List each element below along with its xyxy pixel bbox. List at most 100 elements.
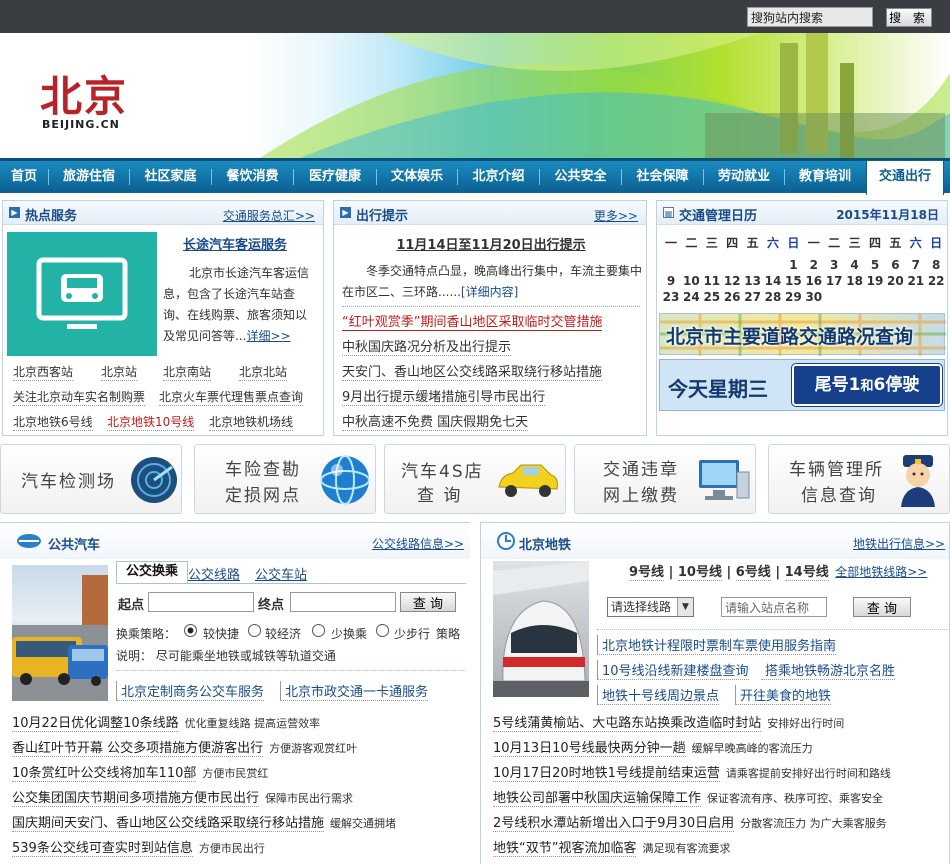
bus-query-button[interactable]: 查 询 [400, 592, 456, 612]
calendar-day[interactable]: 17 [824, 274, 844, 288]
bus-news-item[interactable]: 10月22日优化调整10条线路 优化重复线路 提高运营效率 [12, 712, 320, 732]
end-input[interactable] [290, 592, 396, 612]
calendar-day[interactable]: 2 [804, 258, 824, 272]
calendar-day[interactable]: 15 [783, 274, 803, 288]
bus-news-item[interactable]: 香山红叶节开幕 公交多项措施方便游客出行 方便游客观赏红叶 [12, 737, 357, 757]
bus-news-item[interactable]: 国庆期间天安门、香山地区公交线路采取绕行移站措施 缓解交通拥堵 [12, 812, 396, 832]
link-beijing-north-station[interactable]: 北京北站 [239, 363, 288, 381]
tab-bus-lines[interactable]: 公交线路 [188, 564, 240, 583]
bus-news-item[interactable]: 10条赏红叶公交线将加车110部 方便市民赏红 [12, 762, 268, 782]
news-title[interactable]: 国庆期间天安门、香山地区公交线路采取绕行移站措施 [12, 816, 325, 832]
more-link[interactable]: 更多>> [594, 207, 638, 224]
nav-home[interactable]: 首页 [0, 161, 48, 193]
calendar-day[interactable]: 21 [906, 274, 926, 288]
radio-fewer-transfers[interactable] [312, 624, 325, 637]
subway-news-item[interactable]: 5号线蒲黄榆站、大屯路东站换乘改造临时封站 安排好出行时间 [493, 712, 844, 732]
calendar-day[interactable]: 3 [824, 258, 844, 272]
calendar-day[interactable]: 9 [661, 274, 681, 288]
nav-health[interactable]: 医疗健康 [294, 161, 376, 193]
more-link[interactable]: 公交线路信息>> [372, 535, 464, 552]
nav-community[interactable]: 社区家庭 [130, 161, 211, 193]
calendar-day[interactable]: 26 [722, 290, 742, 304]
service-4s-store[interactable]: 汽车4S店 查 询 [384, 444, 566, 514]
calendar-day[interactable]: 5 [865, 258, 885, 272]
line-select[interactable]: 请选择线路 ▼ [607, 597, 694, 617]
calendar-day[interactable]: 11 [702, 274, 722, 288]
subway-query-button[interactable]: 查 询 [853, 597, 911, 617]
calendar-day[interactable]: 1 [783, 258, 803, 272]
line-9-link[interactable]: 9号线 [629, 565, 665, 581]
calendar-day[interactable]: 29 [783, 290, 803, 304]
subway-news-item[interactable]: 10月13日10号线最快两分钟一趟 缓解早晚高峰的客流压力 [493, 737, 813, 757]
bus-service-thumbnail[interactable] [7, 232, 157, 356]
tab-bus-stops[interactable]: 公交车站 [255, 564, 307, 583]
station-input[interactable] [721, 597, 827, 617]
nav-travel[interactable]: 旅游住宿 [49, 161, 129, 193]
news-title[interactable]: 地铁公司部署中秋国庆运输保障工作 [493, 791, 702, 807]
trip-item[interactable]: 9月出行提示缓堵措施引导市民出行 [342, 386, 546, 406]
tab-transfer[interactable]: 公交换乘 [116, 561, 188, 583]
calendar-day[interactable]: 20 [885, 274, 905, 288]
trip-item[interactable]: 天安门、香山地区公交线路采取绕行移站措施 [342, 361, 603, 381]
trip-item[interactable]: 中秋高速不免费 国庆假期免七天 [342, 411, 529, 431]
nav-transport[interactable]: 交通出行 [866, 160, 944, 195]
bus-news-item[interactable]: 539条公交线可查实时到站信息 方便市民出行 [12, 837, 265, 857]
calendar-day[interactable]: 13 [743, 274, 763, 288]
calendar-day[interactable]: 10 [681, 274, 701, 288]
custom-bus-link[interactable]: 北京定制商务公交车服务 [116, 681, 265, 701]
nav-education[interactable]: 教育培训 [785, 161, 865, 193]
calendar-day[interactable]: 30 [804, 290, 824, 304]
calendar-day[interactable]: 8 [926, 258, 946, 272]
service-violation-payment[interactable]: 交通违章 网上缴费 [574, 444, 756, 514]
news-title[interactable]: 2号线积水潭站新增出入口于9月30日启用 [493, 816, 735, 832]
radio-economic[interactable] [248, 624, 261, 637]
link-beijing-south-station[interactable]: 北京南站 [163, 363, 212, 381]
calendar-day[interactable]: 14 [763, 274, 783, 288]
subway-link[interactable]: 10号线沿线新建楼盘查询 [597, 660, 749, 680]
subway-news-item[interactable]: 2号线积水潭站新增出入口于9月30日启用 分散客流压力 为广大乘客服务 [493, 812, 887, 832]
search-button[interactable]: 搜 索 [886, 8, 932, 27]
service-vehicle-management[interactable]: 车辆管理所 信息查询 [768, 444, 950, 514]
link-beijing-station[interactable]: 北京站 [101, 363, 138, 381]
more-link[interactable]: 地铁出行信息>> [853, 535, 945, 552]
radio-fast[interactable] [184, 624, 197, 637]
subway-news-item[interactable]: 地铁“双节”视客流加临客 满足现有客流要求 [493, 837, 730, 857]
subway-link[interactable]: 地铁十号线周边景点 [597, 685, 720, 705]
subway-news-item[interactable]: 10月17日20时地铁1号线提前结束运营 请乘客提前安排好出行时间和路线 [493, 762, 891, 782]
subway-link[interactable]: 开往美食的地铁 [735, 685, 832, 705]
line-14-link[interactable]: 14号线 [784, 565, 829, 581]
start-input[interactable] [148, 592, 254, 612]
chevron-down-icon[interactable]: ▼ [677, 598, 693, 616]
news-title[interactable]: 公交集团国庆节期间多项措施方便市民出行 [12, 791, 260, 807]
news-title[interactable]: 地铁“双节”视客流加临客 [493, 841, 637, 857]
nav-dining[interactable]: 餐饮消费 [212, 161, 293, 193]
calendar-day[interactable]: 23 [661, 290, 681, 304]
calendar-day[interactable]: 22 [926, 274, 946, 288]
calendar-day[interactable]: 19 [865, 274, 885, 288]
link-subway-line6[interactable]: 北京地铁6号线 [13, 413, 93, 431]
line-6-link[interactable]: 6号线 [735, 565, 771, 581]
bus-news-item[interactable]: 公交集团国庆节期间多项措施方便市民出行 保障市民出行需求 [12, 787, 353, 807]
transit-card-link[interactable]: 北京市政交通一卡通服务 [280, 681, 429, 701]
subway-link[interactable]: 搭乘地铁畅游北京名胜 [761, 660, 896, 680]
calendar-day[interactable]: 7 [906, 258, 926, 272]
calendar-day[interactable]: 27 [743, 290, 763, 304]
nav-culture[interactable]: 文体娱乐 [377, 161, 457, 193]
nav-public-safety[interactable]: 公共安全 [540, 161, 621, 193]
all-lines-link[interactable]: 全部地铁线路>> [835, 565, 927, 579]
news-title[interactable]: 香山红叶节开幕 公交多项措施方便游客出行 [12, 741, 264, 757]
link-ticket-agencies[interactable]: 北京火车票代理售票点查询 [159, 388, 304, 406]
trip-detail-link[interactable]: [详细内容] [461, 285, 518, 299]
trip-headline[interactable]: 11月14日至11月20日出行提示 [334, 234, 648, 253]
calendar-day[interactable]: 12 [722, 274, 742, 288]
service-vehicle-inspection[interactable]: 汽车检测场 [0, 444, 182, 514]
calendar-day[interactable]: 6 [885, 258, 905, 272]
feature-title-link[interactable]: 长途汽车客运服务 [183, 234, 287, 253]
calendar-day[interactable]: 4 [845, 258, 865, 272]
search-input[interactable] [747, 7, 873, 27]
subway-news-item[interactable]: 地铁公司部署中秋国庆运输保障工作 保证客流有序、秩序可控、乘客安全 [493, 787, 883, 807]
service-insurance-survey[interactable]: 车险查勘 定损网点 [194, 444, 376, 514]
calendar-day[interactable]: 18 [845, 274, 865, 288]
news-title[interactable]: 10条赏红叶公交线将加车110部 [12, 766, 197, 782]
nav-employment[interactable]: 劳动就业 [704, 161, 784, 193]
